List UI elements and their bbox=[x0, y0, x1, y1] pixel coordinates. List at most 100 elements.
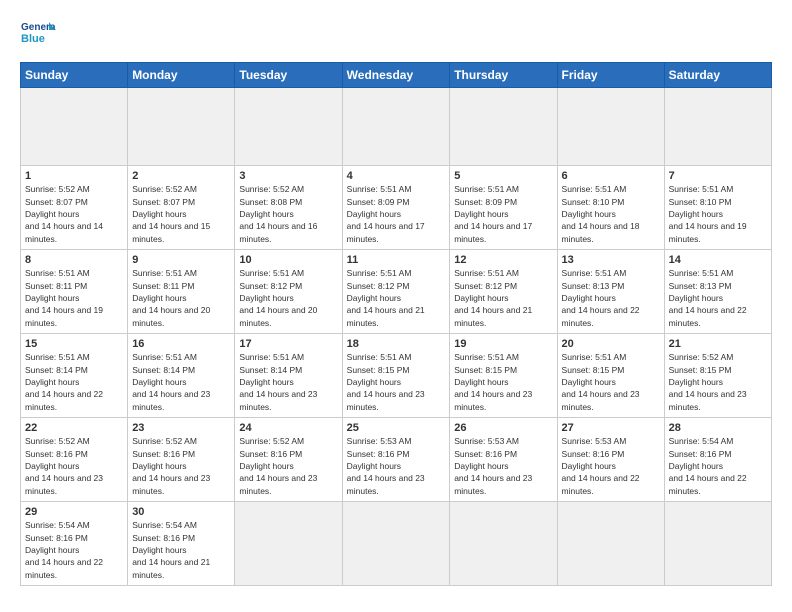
day-number: 8 bbox=[25, 253, 123, 267]
calendar-cell: 13 Sunrise: 5:51 AMSunset: 8:13 PMDaylig… bbox=[557, 250, 664, 334]
day-number: 27 bbox=[562, 421, 660, 435]
calendar-cell: 17 Sunrise: 5:51 AMSunset: 8:14 PMDaylig… bbox=[235, 334, 342, 418]
day-number: 21 bbox=[669, 337, 767, 351]
calendar-cell: 27 Sunrise: 5:53 AMSunset: 8:16 PMDaylig… bbox=[557, 418, 664, 502]
calendar-cell bbox=[128, 88, 235, 166]
header-sunday: Sunday bbox=[21, 63, 128, 88]
header-friday: Friday bbox=[557, 63, 664, 88]
day-info: Sunrise: 5:52 AMSunset: 8:16 PMDaylight … bbox=[132, 436, 210, 495]
calendar-cell bbox=[557, 502, 664, 586]
calendar-cell bbox=[342, 502, 450, 586]
calendar-cell: 20 Sunrise: 5:51 AMSunset: 8:15 PMDaylig… bbox=[557, 334, 664, 418]
calendar-cell bbox=[450, 88, 557, 166]
calendar-cell: 15 Sunrise: 5:51 AMSunset: 8:14 PMDaylig… bbox=[21, 334, 128, 418]
day-info: Sunrise: 5:51 AMSunset: 8:10 PMDaylight … bbox=[669, 184, 747, 243]
calendar-cell: 4 Sunrise: 5:51 AMSunset: 8:09 PMDayligh… bbox=[342, 166, 450, 250]
day-number: 20 bbox=[562, 337, 660, 351]
day-number: 29 bbox=[25, 505, 123, 519]
calendar-cell: 2 Sunrise: 5:52 AMSunset: 8:07 PMDayligh… bbox=[128, 166, 235, 250]
day-info: Sunrise: 5:53 AMSunset: 8:16 PMDaylight … bbox=[454, 436, 532, 495]
day-number: 3 bbox=[239, 169, 337, 183]
header-wednesday: Wednesday bbox=[342, 63, 450, 88]
calendar-cell bbox=[557, 88, 664, 166]
day-info: Sunrise: 5:51 AMSunset: 8:14 PMDaylight … bbox=[132, 352, 210, 411]
day-info: Sunrise: 5:51 AMSunset: 8:12 PMDaylight … bbox=[347, 268, 425, 327]
calendar-cell: 24 Sunrise: 5:52 AMSunset: 8:16 PMDaylig… bbox=[235, 418, 342, 502]
calendar-cell: 9 Sunrise: 5:51 AMSunset: 8:11 PMDayligh… bbox=[128, 250, 235, 334]
calendar-cell: 16 Sunrise: 5:51 AMSunset: 8:14 PMDaylig… bbox=[128, 334, 235, 418]
day-number: 30 bbox=[132, 505, 230, 519]
page: General Blue SundayMondayTuesdayWednesda… bbox=[0, 0, 792, 612]
calendar-cell: 25 Sunrise: 5:53 AMSunset: 8:16 PMDaylig… bbox=[342, 418, 450, 502]
calendar-cell: 10 Sunrise: 5:51 AMSunset: 8:12 PMDaylig… bbox=[235, 250, 342, 334]
day-number: 25 bbox=[347, 421, 446, 435]
day-number: 22 bbox=[25, 421, 123, 435]
calendar-cell: 21 Sunrise: 5:52 AMSunset: 8:15 PMDaylig… bbox=[664, 334, 771, 418]
calendar-cell: 6 Sunrise: 5:51 AMSunset: 8:10 PMDayligh… bbox=[557, 166, 664, 250]
calendar-cell: 19 Sunrise: 5:51 AMSunset: 8:15 PMDaylig… bbox=[450, 334, 557, 418]
calendar-cell: 11 Sunrise: 5:51 AMSunset: 8:12 PMDaylig… bbox=[342, 250, 450, 334]
day-info: Sunrise: 5:52 AMSunset: 8:16 PMDaylight … bbox=[239, 436, 317, 495]
day-number: 4 bbox=[347, 169, 446, 183]
calendar-cell: 28 Sunrise: 5:54 AMSunset: 8:16 PMDaylig… bbox=[664, 418, 771, 502]
calendar-cell: 8 Sunrise: 5:51 AMSunset: 8:11 PMDayligh… bbox=[21, 250, 128, 334]
day-number: 13 bbox=[562, 253, 660, 267]
header-thursday: Thursday bbox=[450, 63, 557, 88]
calendar-cell bbox=[664, 502, 771, 586]
day-number: 17 bbox=[239, 337, 337, 351]
calendar-cell: 7 Sunrise: 5:51 AMSunset: 8:10 PMDayligh… bbox=[664, 166, 771, 250]
header-tuesday: Tuesday bbox=[235, 63, 342, 88]
day-info: Sunrise: 5:53 AMSunset: 8:16 PMDaylight … bbox=[562, 436, 640, 495]
day-number: 12 bbox=[454, 253, 552, 267]
calendar-cell: 3 Sunrise: 5:52 AMSunset: 8:08 PMDayligh… bbox=[235, 166, 342, 250]
day-info: Sunrise: 5:51 AMSunset: 8:12 PMDaylight … bbox=[239, 268, 317, 327]
calendar-cell bbox=[235, 88, 342, 166]
day-number: 23 bbox=[132, 421, 230, 435]
day-number: 10 bbox=[239, 253, 337, 267]
svg-text:Blue: Blue bbox=[21, 33, 45, 45]
logo: General Blue bbox=[20, 16, 56, 52]
calendar-cell: 30 Sunrise: 5:54 AMSunset: 8:16 PMDaylig… bbox=[128, 502, 235, 586]
day-number: 7 bbox=[669, 169, 767, 183]
logo-svg: General Blue bbox=[20, 16, 56, 52]
calendar-cell bbox=[21, 88, 128, 166]
day-number: 18 bbox=[347, 337, 446, 351]
header: General Blue bbox=[20, 16, 772, 52]
day-info: Sunrise: 5:52 AMSunset: 8:08 PMDaylight … bbox=[239, 184, 317, 243]
day-info: Sunrise: 5:52 AMSunset: 8:07 PMDaylight … bbox=[132, 184, 210, 243]
day-number: 11 bbox=[347, 253, 446, 267]
day-info: Sunrise: 5:51 AMSunset: 8:09 PMDaylight … bbox=[347, 184, 425, 243]
day-info: Sunrise: 5:51 AMSunset: 8:15 PMDaylight … bbox=[454, 352, 532, 411]
day-info: Sunrise: 5:53 AMSunset: 8:16 PMDaylight … bbox=[347, 436, 425, 495]
day-info: Sunrise: 5:51 AMSunset: 8:15 PMDaylight … bbox=[562, 352, 640, 411]
day-info: Sunrise: 5:51 AMSunset: 8:15 PMDaylight … bbox=[347, 352, 425, 411]
header-monday: Monday bbox=[128, 63, 235, 88]
calendar-cell: 12 Sunrise: 5:51 AMSunset: 8:12 PMDaylig… bbox=[450, 250, 557, 334]
day-number: 28 bbox=[669, 421, 767, 435]
day-info: Sunrise: 5:51 AMSunset: 8:12 PMDaylight … bbox=[454, 268, 532, 327]
calendar-cell: 5 Sunrise: 5:51 AMSunset: 8:09 PMDayligh… bbox=[450, 166, 557, 250]
day-number: 2 bbox=[132, 169, 230, 183]
day-number: 14 bbox=[669, 253, 767, 267]
calendar-cell: 26 Sunrise: 5:53 AMSunset: 8:16 PMDaylig… bbox=[450, 418, 557, 502]
day-number: 24 bbox=[239, 421, 337, 435]
header-saturday: Saturday bbox=[664, 63, 771, 88]
calendar-table: SundayMondayTuesdayWednesdayThursdayFrid… bbox=[20, 62, 772, 586]
calendar-cell: 14 Sunrise: 5:51 AMSunset: 8:13 PMDaylig… bbox=[664, 250, 771, 334]
calendar-cell: 22 Sunrise: 5:52 AMSunset: 8:16 PMDaylig… bbox=[21, 418, 128, 502]
day-info: Sunrise: 5:52 AMSunset: 8:15 PMDaylight … bbox=[669, 352, 747, 411]
day-info: Sunrise: 5:51 AMSunset: 8:10 PMDaylight … bbox=[562, 184, 640, 243]
day-number: 26 bbox=[454, 421, 552, 435]
day-number: 1 bbox=[25, 169, 123, 183]
day-info: Sunrise: 5:51 AMSunset: 8:11 PMDaylight … bbox=[132, 268, 210, 327]
calendar-cell: 23 Sunrise: 5:52 AMSunset: 8:16 PMDaylig… bbox=[128, 418, 235, 502]
calendar-cell bbox=[450, 502, 557, 586]
day-info: Sunrise: 5:54 AMSunset: 8:16 PMDaylight … bbox=[132, 520, 210, 579]
day-info: Sunrise: 5:51 AMSunset: 8:11 PMDaylight … bbox=[25, 268, 103, 327]
day-number: 5 bbox=[454, 169, 552, 183]
day-info: Sunrise: 5:51 AMSunset: 8:14 PMDaylight … bbox=[25, 352, 103, 411]
day-info: Sunrise: 5:54 AMSunset: 8:16 PMDaylight … bbox=[669, 436, 747, 495]
day-number: 6 bbox=[562, 169, 660, 183]
calendar-cell: 18 Sunrise: 5:51 AMSunset: 8:15 PMDaylig… bbox=[342, 334, 450, 418]
calendar-cell: 1 Sunrise: 5:52 AMSunset: 8:07 PMDayligh… bbox=[21, 166, 128, 250]
